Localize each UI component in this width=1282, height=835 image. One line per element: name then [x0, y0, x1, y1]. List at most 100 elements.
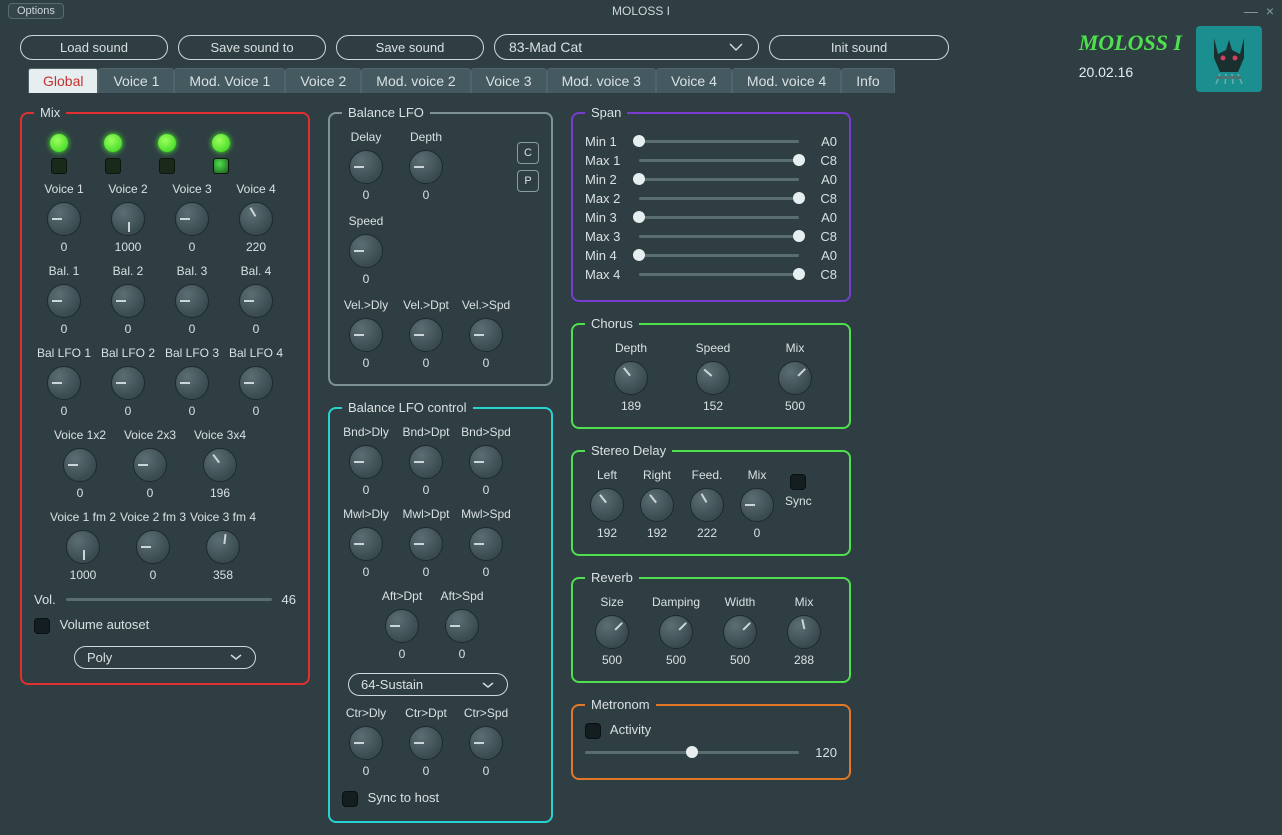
blfoc-mwl-knob-1[interactable] — [409, 527, 443, 561]
chorus-value-0: 189 — [621, 399, 641, 413]
reverb-knob-1[interactable] — [659, 615, 693, 649]
voice-fm-knob-2[interactable] — [206, 530, 240, 564]
voice-cross-knob-0[interactable] — [63, 448, 97, 482]
voice-ind-1[interactable] — [51, 158, 67, 174]
vol-autoset-check[interactable] — [34, 618, 50, 634]
save-sound-to-button[interactable]: Save sound to — [178, 35, 326, 60]
bal-lfo-amt-knob-2[interactable] — [175, 366, 209, 400]
span-slider-6[interactable] — [639, 254, 799, 257]
bal-lfo-amt-knob-0[interactable] — [47, 366, 81, 400]
blfoc-bnd-knob-0[interactable] — [349, 445, 383, 479]
blfoc-mwl-knob-2[interactable] — [469, 527, 503, 561]
blfo-vel-knob-0[interactable] — [349, 318, 383, 352]
voice-level-knob-1[interactable] — [111, 202, 145, 236]
blfoc-aft-knob-0[interactable] — [385, 609, 419, 643]
tab-modvoice3[interactable]: Mod. voice 3 — [547, 68, 656, 93]
span-panel: Span Min 1A0Max 1C8Min 2A0Max 2C8Min 3A0… — [571, 105, 851, 302]
blfoc-mwl-label-0: Mwl>Dly — [343, 507, 389, 523]
balance-knob-1[interactable] — [111, 284, 145, 318]
voice-ind-2[interactable] — [105, 158, 121, 174]
sync-host-check[interactable] — [342, 791, 358, 807]
load-sound-button[interactable]: Load sound — [20, 35, 168, 60]
blfoc-bnd-knob-2[interactable] — [469, 445, 503, 479]
voice-level-knob-3[interactable] — [239, 202, 273, 236]
voice-led-3[interactable] — [158, 134, 176, 152]
chorus-knob-0[interactable] — [614, 361, 648, 395]
blfo-knob-1[interactable] — [409, 150, 443, 184]
delay-knob-2[interactable] — [690, 488, 724, 522]
blfo-vel-knob-2[interactable] — [469, 318, 503, 352]
metro-slider[interactable] — [585, 751, 799, 754]
blfoc-ctr-knob-2[interactable] — [469, 726, 503, 760]
span-slider-4[interactable] — [639, 216, 799, 219]
blfoc-mwl-knob-0[interactable] — [349, 527, 383, 561]
voice-fm-knob-0[interactable] — [66, 530, 100, 564]
voice-fm-knob-1[interactable] — [136, 530, 170, 564]
tab-voice2[interactable]: Voice 2 — [285, 68, 361, 93]
metronom-panel: Metronom Activity 120 — [571, 697, 851, 780]
minimize-icon[interactable]: — — [1244, 3, 1258, 19]
span-label-3: Max 2 — [585, 191, 629, 206]
blfo-knob-0[interactable] — [349, 150, 383, 184]
span-slider-3[interactable] — [639, 197, 799, 200]
voice-ind-3[interactable] — [159, 158, 175, 174]
blfo-c-button[interactable]: C — [517, 142, 539, 164]
vol-slider[interactable] — [66, 598, 272, 601]
tab-voice4[interactable]: Voice 4 — [656, 68, 732, 93]
bal-lfo-amt-knob-1[interactable] — [111, 366, 145, 400]
chorus-knob-2[interactable] — [778, 361, 812, 395]
sync-host-label: Sync to host — [368, 790, 440, 805]
delay-knob-1[interactable] — [640, 488, 674, 522]
close-icon[interactable]: × — [1266, 3, 1274, 19]
tab-modvoice2[interactable]: Mod. voice 2 — [361, 68, 470, 93]
voice-cross-knob-1[interactable] — [133, 448, 167, 482]
delay-knob-3[interactable] — [740, 488, 774, 522]
tab-voice3[interactable]: Voice 3 — [471, 68, 547, 93]
save-sound-button[interactable]: Save sound — [336, 35, 484, 60]
blfoc-bnd-knob-1[interactable] — [409, 445, 443, 479]
blfoc-aft-knob-1[interactable] — [445, 609, 479, 643]
reverb-knob-2[interactable] — [723, 615, 757, 649]
voice-led-4[interactable] — [212, 134, 230, 152]
reverb-knob-3[interactable] — [787, 615, 821, 649]
span-slider-0[interactable] — [639, 140, 799, 143]
poly-select[interactable]: Poly — [74, 646, 256, 669]
controller-select[interactable]: 64-Sustain — [348, 673, 508, 696]
voice-led-2[interactable] — [104, 134, 122, 152]
blfo-knob-2[interactable] — [349, 234, 383, 268]
bal-lfo-amt-label-1: Bal LFO 2 — [101, 346, 155, 362]
blfo-vel-knob-1[interactable] — [409, 318, 443, 352]
blfoc-ctr-knob-1[interactable] — [409, 726, 443, 760]
span-slider-1[interactable] — [639, 159, 799, 162]
metro-activity-check[interactable] — [585, 723, 601, 739]
voice-led-1[interactable] — [50, 134, 68, 152]
chorus-value-1: 152 — [703, 399, 723, 413]
preset-select[interactable]: 83-Mad Cat — [494, 34, 759, 60]
voice-level-knob-2[interactable] — [175, 202, 209, 236]
balance-knob-2[interactable] — [175, 284, 209, 318]
balance-knob-3[interactable] — [239, 284, 273, 318]
balance-knob-0[interactable] — [47, 284, 81, 318]
blfoc-ctr-knob-0[interactable] — [349, 726, 383, 760]
voice-cross-knob-2[interactable] — [203, 448, 237, 482]
init-sound-button[interactable]: Init sound — [769, 35, 949, 60]
tab-modvoice4[interactable]: Mod. voice 4 — [732, 68, 841, 93]
span-slider-2[interactable] — [639, 178, 799, 181]
tab-modvoice1[interactable]: Mod. Voice 1 — [174, 68, 285, 93]
span-slider-7[interactable] — [639, 273, 799, 276]
blfo-p-button[interactable]: P — [517, 170, 539, 192]
delay-knob-0[interactable] — [590, 488, 624, 522]
voice-level-knob-0[interactable] — [47, 202, 81, 236]
balance-label-2: Bal. 3 — [177, 264, 208, 280]
voice-ind-4[interactable] — [213, 158, 229, 174]
tab-voice1[interactable]: Voice 1 — [98, 68, 174, 93]
chorus-knob-1[interactable] — [696, 361, 730, 395]
span-slider-5[interactable] — [639, 235, 799, 238]
voice-level-value-2: 0 — [189, 240, 196, 254]
bal-lfo-amt-knob-3[interactable] — [239, 366, 273, 400]
delay-sync-check[interactable] — [790, 474, 806, 490]
reverb-knob-0[interactable] — [595, 615, 629, 649]
tab-global[interactable]: Global — [28, 68, 98, 93]
tab-info[interactable]: Info — [841, 68, 894, 93]
options-button[interactable]: Options — [8, 3, 64, 19]
